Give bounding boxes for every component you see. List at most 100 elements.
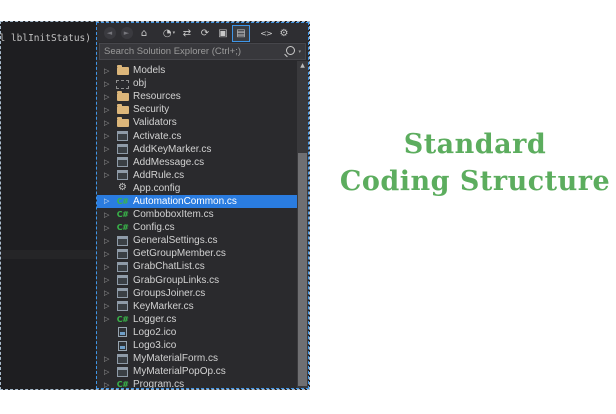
- tree-item-logger-cs[interactable]: ▷C#Logger.cs: [97, 313, 297, 326]
- tree-item-label: obj: [133, 78, 146, 89]
- collapse-all-button[interactable]: ▣: [214, 26, 232, 41]
- tree-item-app-config[interactable]: ⚙App.config: [97, 182, 297, 195]
- tree-item-label: Config.cs: [133, 222, 175, 233]
- csharp-icon: C#: [115, 210, 130, 219]
- expand-arrow-icon[interactable]: ▷: [104, 67, 115, 75]
- tree-item-label: App.config: [133, 183, 180, 194]
- tree-item-program-cs[interactable]: ▷C#Program.cs: [97, 378, 297, 388]
- tree-item-generalsettings-cs[interactable]: ▷ GeneralSettings.cs: [97, 234, 297, 247]
- tree-item-models[interactable]: ▷ Models: [97, 64, 297, 77]
- forward-button: ►: [119, 26, 134, 41]
- screenshot-canvas: al lblInitStatus) ◄►⌂◔▾⇄⟳▣▤<>⚙ Search So…: [0, 0, 616, 414]
- form-icon: [115, 354, 130, 364]
- expand-arrow-icon[interactable]: ▷: [104, 145, 115, 153]
- tree-item-label: GroupsJoiner.cs: [133, 288, 205, 299]
- scrollbar-thumb[interactable]: [298, 153, 307, 386]
- expand-arrow-icon[interactable]: ▷: [104, 368, 115, 376]
- expand-arrow-icon[interactable]: ▷: [104, 106, 115, 114]
- expand-arrow-icon[interactable]: ▷: [104, 224, 115, 232]
- tree-item-config-cs[interactable]: ▷C#Config.cs: [97, 221, 297, 234]
- form-icon: [115, 170, 130, 180]
- tree-item-logo3-ico[interactable]: Logo3.ico: [97, 339, 297, 352]
- expand-arrow-icon[interactable]: ▷: [104, 381, 115, 388]
- tree-item-groupsjoiner-cs[interactable]: ▷ GroupsJoiner.cs: [97, 287, 297, 300]
- editor-highlight-band: [1, 250, 96, 259]
- tree-item-keymarker-cs[interactable]: ▷ KeyMarker.cs: [97, 300, 297, 313]
- tree-item-comboboxitem-cs[interactable]: ▷C#ComboboxItem.cs: [97, 208, 297, 221]
- tree-item-label: Logo2.ico: [133, 327, 176, 338]
- tree-item-label: GrabChatList.cs: [133, 261, 205, 272]
- tree-item-grabchatlist-cs[interactable]: ▷ GrabChatList.cs: [97, 260, 297, 273]
- tree-item-label: Models: [133, 65, 165, 76]
- tree-item-mymaterialform-cs[interactable]: ▷MyMaterialForm.cs: [97, 352, 297, 365]
- search-icon[interactable]: [286, 46, 295, 55]
- expand-arrow-icon[interactable]: ▷: [104, 263, 115, 271]
- tree-item-grabgrouplinks-cs[interactable]: ▷ GrabGroupLinks.cs: [97, 274, 297, 287]
- scrollbar-up-arrow-icon[interactable]: ▲: [297, 61, 308, 71]
- tree-item-label: KeyMarker.cs: [133, 301, 194, 312]
- expand-arrow-icon[interactable]: ▷: [104, 315, 115, 323]
- pending-changes-filter-button[interactable]: ◔▾: [160, 26, 178, 41]
- expand-arrow-icon[interactable]: ▷: [104, 276, 115, 284]
- tree-item-activate-cs[interactable]: ▷Activate.cs: [97, 129, 297, 142]
- tree-item-getgroupmember-cs[interactable]: ▷GetGroupMember.cs: [97, 247, 297, 260]
- expand-arrow-icon[interactable]: ▷: [104, 158, 115, 166]
- form-icon: [115, 275, 130, 285]
- back-icon: ◄: [104, 27, 116, 39]
- caption-line-2: Coding Structure: [336, 163, 614, 200]
- tree-item-label: Resources: [133, 91, 181, 102]
- expand-arrow-icon[interactable]: ▷: [104, 197, 115, 205]
- expand-arrow-icon[interactable]: ▷: [104, 289, 115, 297]
- image-icon: [115, 341, 130, 351]
- view-code-button[interactable]: <>: [257, 26, 275, 41]
- expand-arrow-icon[interactable]: ▷: [104, 237, 115, 245]
- tree-item-mymaterialpopop-cs[interactable]: ▷MyMaterialPopOp.cs: [97, 365, 297, 378]
- search-placeholder: Search Solution Explorer (Ctrl+;): [104, 46, 286, 57]
- expand-arrow-icon[interactable]: ▷: [104, 302, 115, 310]
- refresh-button[interactable]: ⟳: [196, 26, 214, 41]
- expand-arrow-icon[interactable]: ▷: [104, 355, 115, 363]
- expand-arrow-icon[interactable]: ▷: [104, 132, 115, 140]
- show-all-files-icon: ▤: [236, 28, 245, 39]
- tree-item-resources[interactable]: ▷ Resources: [97, 90, 297, 103]
- form-icon: [115, 367, 130, 377]
- tree-scrollbar[interactable]: ▲: [297, 61, 308, 388]
- collapse-all-icon: ▣: [218, 28, 227, 39]
- tree-item-addmessage-cs[interactable]: ▷AddMessage.cs: [97, 156, 297, 169]
- tree-item-security[interactable]: ▷ Security: [97, 103, 297, 116]
- caption: Standard Coding Structure: [336, 126, 614, 200]
- tree-item-addrule-cs[interactable]: ▷ AddRule.cs: [97, 169, 297, 182]
- properties-button[interactable]: ⚙: [275, 26, 293, 41]
- tree-item-label: Security: [133, 104, 169, 115]
- form-icon: [115, 144, 130, 154]
- expand-arrow-icon[interactable]: ▷: [104, 93, 115, 101]
- expand-arrow-icon[interactable]: ▷: [104, 119, 115, 127]
- folder-icon: [115, 92, 130, 101]
- tree-item-addkeymarker-cs[interactable]: ▷ AddKeyMarker.cs: [97, 143, 297, 156]
- tree-item-label: GrabGroupLinks.cs: [133, 275, 219, 286]
- home-button[interactable]: ⌂: [135, 26, 153, 41]
- tree-item-obj[interactable]: ▷ obj: [97, 77, 297, 90]
- code-editor: al lblInitStatus): [1, 22, 96, 389]
- expand-arrow-icon[interactable]: ▷: [104, 171, 115, 179]
- search-options-caret-icon[interactable]: ▾: [298, 49, 301, 55]
- expand-arrow-icon[interactable]: ▷: [104, 250, 115, 258]
- folder-dashed-icon: [115, 79, 130, 89]
- tree-item-label: AddRule.cs: [133, 170, 184, 181]
- tree-item-automationcommon-cs[interactable]: ▷C#AutomationCommon.cs: [97, 195, 297, 208]
- expand-arrow-icon[interactable]: ▷: [104, 211, 115, 219]
- csharp-icon: C#: [115, 197, 130, 206]
- folder-icon: [115, 118, 130, 127]
- tree-item-label: AddKeyMarker.cs: [133, 144, 211, 155]
- tree-item-label: ComboboxItem.cs: [133, 209, 214, 220]
- search-input[interactable]: Search Solution Explorer (Ctrl+;) ▾: [99, 43, 306, 60]
- tree-item-label: AutomationCommon.cs: [133, 196, 237, 207]
- sync-with-active-document-button[interactable]: ⇄: [178, 26, 196, 41]
- show-all-files-button[interactable]: ▤: [232, 25, 250, 42]
- tree-item-logo2-ico[interactable]: Logo2.ico: [97, 326, 297, 339]
- pending-changes-filter-icon: ◔: [163, 28, 172, 39]
- tree-item-label: GeneralSettings.cs: [133, 235, 218, 246]
- tree-item-validators[interactable]: ▷Validators: [97, 116, 297, 129]
- expand-arrow-icon[interactable]: ▷: [104, 80, 115, 88]
- image-icon: [115, 327, 130, 337]
